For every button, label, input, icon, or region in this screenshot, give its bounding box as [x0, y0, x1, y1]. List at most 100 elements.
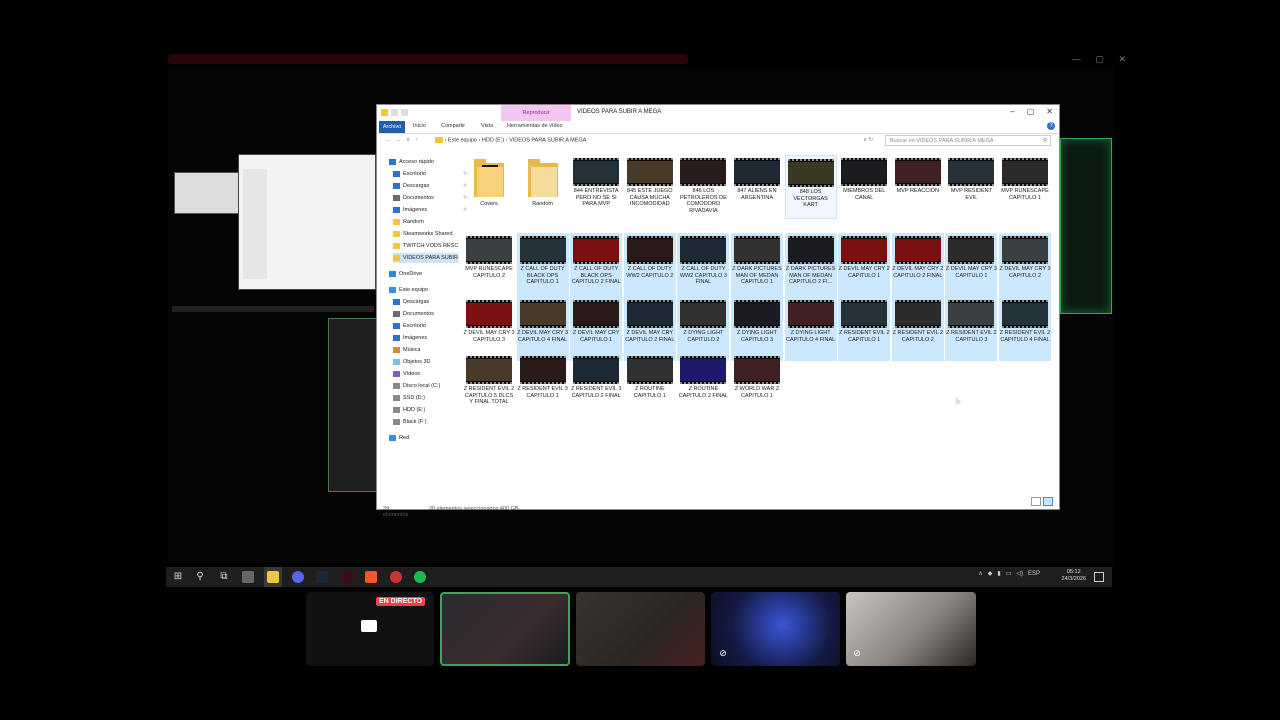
minimize-button[interactable]: –	[1010, 107, 1014, 116]
video-file-item[interactable]: Z RESIDENT EVIL 2 CAPITULO 4 FINAL	[999, 297, 1051, 361]
video-file-item[interactable]: Z CALL OF DUTY BLACK OPS CAPITULO 2 FINA…	[570, 233, 623, 297]
video-file-item[interactable]: Z DEVIL MAY CRY 3 CAPITULO 1	[945, 233, 998, 297]
nav-quick-item[interactable]: Imágenes ✎	[393, 205, 467, 215]
network-icon[interactable]: ▭	[1006, 570, 1012, 577]
video-file-item[interactable]: MVP REACCIÓN	[892, 155, 944, 219]
search-input[interactable]: Buscar en VIDEOS PARA SUBIR A MEGA	[885, 135, 1051, 146]
video-file-item[interactable]: MIEMBROS DEL CANAL	[838, 155, 890, 219]
video-file-item[interactable]: Z CALL OF DUTY BLACK OPS CAPITULO 1	[516, 233, 569, 297]
nav-pc-item[interactable]: Escritorio	[393, 321, 426, 331]
video-file-item[interactable]: Z DEVIL MAY CRY 3 CAPITULO 2	[999, 233, 1051, 297]
file-explorer-icon[interactable]	[267, 571, 279, 583]
video-file-item[interactable]: Z DARK PICTURES MAN OF MEDAN CAPITULO 2 …	[784, 233, 837, 297]
video-file-item[interactable]: MVP RUNESCAPE CAPITULO 2	[463, 233, 515, 297]
nav-quick-access[interactable]: Acceso rápido	[389, 157, 434, 167]
nav-quick-item[interactable]: VIDEOS PARA SUBIR	[393, 253, 458, 263]
refresh-icon[interactable]: ∨ ↻	[863, 137, 873, 143]
video-file-item[interactable]: 844 ENTREVISTA PERO NO SE SI PARA MVP	[570, 155, 622, 219]
nav-quick-item[interactable]: Steamworks Shared	[393, 229, 453, 239]
video-file-item[interactable]: Z RESIDENT EVIL 2 CAPITULO 3	[945, 297, 998, 361]
nav-pc-item[interactable]: Música	[393, 345, 420, 355]
nav-pc-item[interactable]: SSD (D:)	[393, 393, 425, 403]
microphone-icon[interactable]: ▮	[997, 570, 1000, 577]
help-icon[interactable]: ?	[1047, 122, 1055, 130]
nav-quick-item[interactable]: TWITCH VODS RESC	[393, 241, 458, 251]
video-file-item[interactable]: 845 ESTE JUEGO CAUSA MUCHA INCOMODIDAD	[624, 155, 676, 219]
notification-icon[interactable]	[1094, 572, 1104, 582]
brave-icon[interactable]	[365, 571, 377, 583]
video-file-item[interactable]: Z RESIDENT EVIL 3 CAPITULO 1	[517, 353, 569, 417]
participant-tile-3[interactable]	[711, 592, 840, 666]
video-file-item[interactable]: Z RESIDENT EVIL 3 CAPITULO 2 FINAL	[570, 353, 622, 417]
video-file-item[interactable]: Z CALL OF DUTY WW2 CAPITULO 3 FINAL	[677, 233, 730, 297]
nav-pc-item[interactable]: Disco local (C:)	[393, 381, 440, 391]
large-icons-view-icon[interactable]	[1043, 497, 1053, 506]
nav-quick-item[interactable]: Random	[393, 217, 424, 227]
video-file-item[interactable]: Z CALL OF DUTY WW2 CAPITULO 2	[623, 233, 676, 297]
nav-pc-item[interactable]: Black (F:)	[393, 417, 427, 427]
video-file-item[interactable]: Z DYING LIGHT CAPITULO 2	[677, 297, 730, 361]
nav-quick-item[interactable]: Descargas ✎	[393, 181, 467, 191]
video-file-item[interactable]: Z DEVIL MAY CRY CAPITULO 1	[570, 297, 623, 361]
quick-access-toolbar[interactable]	[381, 109, 408, 116]
folder-item[interactable]: Covers	[463, 155, 515, 219]
video-file-item[interactable]: Z RESIDENT EVIL 2 CAPITULO 5 DLCS Y FINA…	[463, 353, 515, 417]
maximize-button[interactable]: ▢	[1027, 107, 1035, 116]
video-file-item[interactable]: 848 LOS VECTORGAS KART	[784, 155, 837, 219]
chevron-up-icon[interactable]: ∧	[978, 570, 982, 577]
video-file-item[interactable]: MVP RESIDENT EVIL	[945, 155, 997, 219]
discord-icon[interactable]	[292, 571, 304, 583]
video-file-item[interactable]: 847 ALIENS EN ARGENTINA	[731, 155, 783, 219]
nav-quick-item[interactable]: Documentos ✎	[393, 193, 467, 203]
language-indicator[interactable]: ESP	[1028, 571, 1040, 577]
video-file-item[interactable]: Z DEVIL MAY CRY 3 CAPITULO 3	[463, 297, 515, 361]
participant-tile-1[interactable]	[440, 592, 570, 666]
context-tab-play[interactable]: Reproducir	[501, 105, 571, 121]
video-file-item[interactable]: Z DEVIL MAY CRY CAPITULO 2 FINAL	[623, 297, 676, 361]
nav-pc-item[interactable]: Imágenes	[393, 333, 427, 343]
tab-compartir[interactable]: Compartir	[441, 123, 465, 129]
video-file-item[interactable]: Z RESIDENT EVIL 2 CAPITULO 1	[838, 297, 891, 361]
video-file-item[interactable]: Z ROUTINE CAPITULO 1	[624, 353, 676, 417]
volume-icon[interactable]: ◁)	[1016, 570, 1023, 577]
details-view-icon[interactable]	[1031, 497, 1041, 506]
video-file-item[interactable]: Z DARK PICTURES MAN OF MEDAN CAPITULO 1	[731, 233, 783, 297]
windows-start-icon[interactable]: ⊞	[172, 571, 184, 583]
video-file-item[interactable]: MVP RUNESCAPE CAPITULO 1	[999, 155, 1051, 219]
breadcrumb-item[interactable]: HDD (E:)	[482, 137, 504, 143]
clock[interactable]: 05:12 24/3/2026	[1062, 569, 1086, 583]
tab-inicio[interactable]: Inicio	[413, 123, 426, 129]
video-file-item[interactable]: Z DYING LIGHT CAPITULO 4 FINAL	[784, 297, 837, 361]
video-file-item[interactable]: 846 LOS PETROLEROS DE COMODORO RIVADAVIA	[677, 155, 729, 219]
participant-tile-2[interactable]	[576, 592, 705, 666]
nav-this-pc[interactable]: Este equipo	[389, 285, 428, 295]
tab-vista[interactable]: Vista	[481, 123, 493, 129]
video-file-item[interactable]: Z DEVIL MAY CRY 2 CAPITULO 1	[838, 233, 891, 297]
nav-arrows[interactable]: ←→∨↑	[385, 137, 423, 143]
app-dark-icon[interactable]	[341, 571, 353, 583]
steam-icon[interactable]	[316, 571, 328, 583]
close-button[interactable]: ✕	[1046, 107, 1053, 116]
nav-pc-item[interactable]: Vídeos	[393, 369, 420, 379]
video-file-item[interactable]: Z DEVIL MAY CRY 2 CAPITULO 2 FINAL	[891, 233, 944, 297]
nav-quick-item[interactable]: Escritorio ✎	[393, 169, 467, 179]
breadcrumb[interactable]: › Este equipo › HDD (E:) › VIDEOS PARA S…	[435, 137, 586, 143]
nav-onedrive[interactable]: OneDrive	[389, 269, 422, 279]
obs-icon[interactable]	[390, 571, 402, 583]
spotify-icon[interactable]	[414, 571, 426, 583]
nav-pc-item[interactable]: Descargas	[393, 297, 429, 307]
tab-herramientas-video[interactable]: Herramientas de vídeo	[507, 123, 563, 129]
nav-network[interactable]: Red	[389, 433, 409, 443]
nav-pc-item[interactable]: Objetos 3D	[393, 357, 431, 367]
tab-archivo[interactable]: Archivo	[379, 121, 405, 133]
video-file-item[interactable]: Z ROUTINE CAPITULO 2 FINAL	[677, 353, 729, 417]
video-file-item[interactable]: Z WORLD WAR Z CAPITULO 1	[731, 353, 783, 417]
breadcrumb-item[interactable]: Este equipo	[448, 137, 477, 143]
video-file-item[interactable]: Z DEVIL MAY CRY 3 CAPITULO 4 FINAL	[516, 297, 569, 361]
security-icon[interactable]: ◆	[988, 570, 993, 577]
video-file-item[interactable]: Z RESIDENT EVIL 2 CAPITULO 2	[891, 297, 944, 361]
video-file-item[interactable]: Z DYING LIGHT CAPITULO 3	[731, 297, 783, 361]
participant-tile-4[interactable]	[846, 592, 976, 666]
breadcrumb-item[interactable]: VIDEOS PARA SUBIR A MEGA	[509, 137, 586, 143]
search-icon[interactable]: ⚲	[194, 571, 206, 583]
